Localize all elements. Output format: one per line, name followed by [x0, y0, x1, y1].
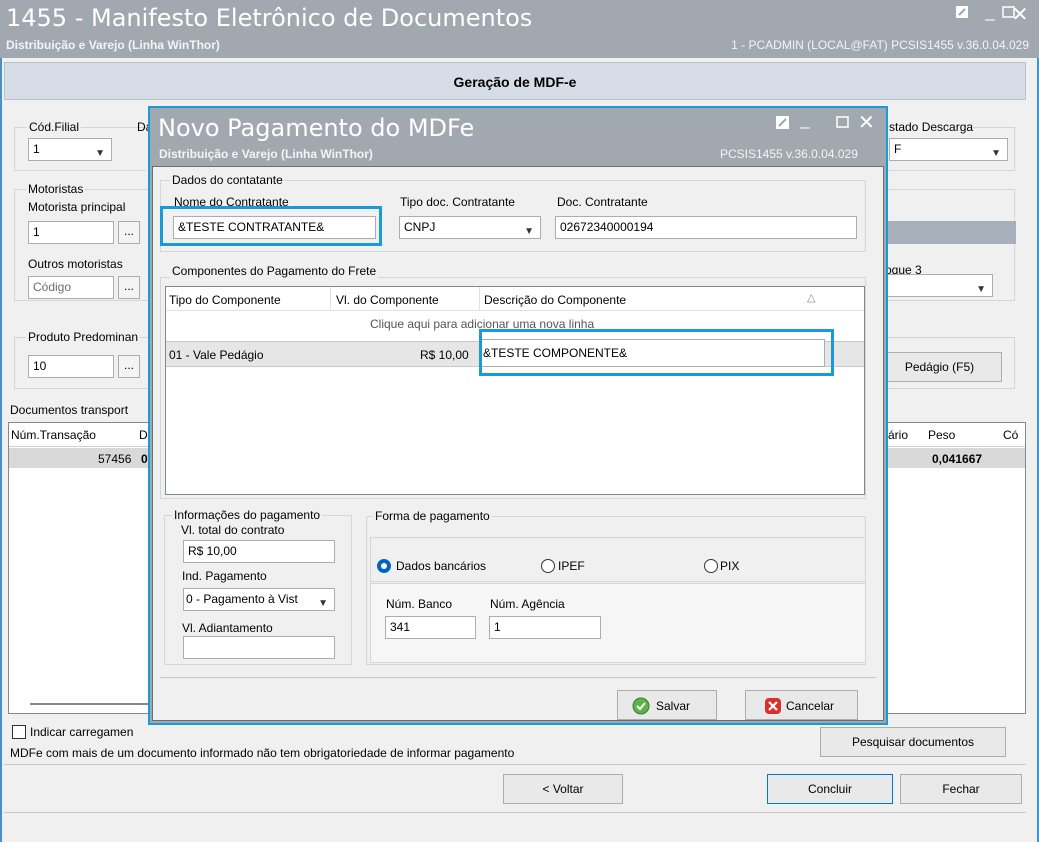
dialog-restore-icon[interactable] [776, 116, 789, 132]
dialog-subtitle: Distribuição e Varejo (Linha WinThor) [159, 147, 373, 161]
pedagio-button[interactable]: Pedágio (F5) [877, 352, 1002, 382]
estado-descarga-label: stado Descarga [889, 120, 974, 134]
right-group-bar [885, 221, 1016, 244]
motorista-principal-label: Motorista principal [28, 200, 126, 214]
salvar-button[interactable]: Salvar [617, 690, 717, 720]
produto-input[interactable]: 10 [28, 355, 114, 378]
bottom-divider [4, 812, 1026, 813]
grid-header-ario[interactable]: ário [888, 428, 908, 442]
page-heading: Geração de MDF-e [4, 62, 1026, 100]
info-text: MDFe com mais de um documento informado … [10, 746, 515, 760]
radio-dados-bancarios-label[interactable]: Dados bancários [396, 559, 486, 573]
componentes-group-label: Componentes do Pagamento do Frete [170, 264, 379, 278]
col-descricao-componente[interactable]: Descrição do Componente [484, 293, 626, 307]
dialog-footer-divider [160, 677, 876, 678]
contratante-group-label: Dados do contatante [170, 173, 285, 187]
radio-pix-label[interactable]: PIX [720, 559, 739, 573]
dialog-title: Novo Pagamento do MDFe [158, 114, 475, 142]
divider [4, 764, 1026, 765]
row-peso: 0,041667 [932, 452, 983, 466]
highlight-descricao [479, 329, 834, 376]
cell-valor[interactable]: R$ 10,00 [420, 348, 469, 362]
concluir-button[interactable]: Concluir [767, 774, 893, 804]
row-num-transacao: 57456 [98, 452, 132, 466]
grid-scrollbar[interactable] [30, 703, 150, 705]
grid-header-num-transacao[interactable]: Núm.Transação [9, 423, 149, 447]
num-banco-input[interactable]: 341 [385, 616, 476, 639]
radio-pix[interactable] [704, 559, 718, 573]
dialog-close-icon[interactable]: ✕ [858, 110, 875, 135]
cod-filial-select[interactable]: 1 ▼ [28, 138, 112, 161]
dialog-minimize-icon[interactable]: _ [800, 110, 809, 130]
tipo-doc-select[interactable]: CNPJ ▼ [399, 216, 541, 239]
pesquisar-documentos-button[interactable]: Pesquisar documentos [820, 727, 1006, 757]
num-agencia-input[interactable]: 1 [489, 616, 601, 639]
window-subtitle: Distribuição e Varejo (Linha WinThor) [6, 38, 220, 52]
dialog-version: PCSIS1455 v.36.0.04.029 [720, 147, 858, 161]
window-right-info: 1 - PCADMIN (LOCAL@FAT) PCSIS1455 v.36.0… [731, 38, 1029, 52]
motorista-principal-input[interactable]: 1 [28, 221, 114, 244]
motoristas-group-label: Motoristas [26, 182, 86, 196]
cod-filial-label: Cód.Filial [27, 120, 82, 134]
tipo-doc-label: Tipo doc. Contratante [400, 195, 515, 209]
info-pagamento-label: Informações do pagamento [172, 508, 323, 522]
forma-pagamento-label: Forma de pagamento [373, 509, 492, 523]
vl-total-label: Vl. total do contrato [181, 523, 285, 537]
highlight-nome-contratante [160, 206, 382, 246]
radio-ipef-label[interactable]: IPEF [558, 559, 585, 573]
grid-header-d[interactable]: D [139, 428, 148, 442]
vl-adiantamento-label: Vl. Adiantamento [182, 621, 273, 635]
outros-motoristas-search-button[interactable]: ... [118, 276, 140, 299]
window-title: 1455 - Manifesto Eletrônico de Documento… [6, 4, 533, 32]
restore-icon[interactable] [950, 4, 974, 24]
produto-search-button[interactable]: ... [118, 355, 140, 378]
bloque-select[interactable]: ▼ [885, 274, 993, 297]
cancelar-button[interactable]: Cancelar [745, 690, 858, 720]
outros-motoristas-label: Outros motoristas [28, 257, 123, 271]
estado-descarga-select[interactable]: F ▼ [889, 138, 1008, 161]
indicar-checkbox[interactable] [12, 725, 26, 739]
radio-ipef[interactable] [541, 559, 555, 573]
vl-adiantamento-input[interactable] [183, 636, 335, 659]
sort-ascending-icon[interactable]: △ [807, 291, 815, 304]
motorista-search-button[interactable]: ... [118, 221, 140, 244]
outros-motoristas-input[interactable]: Código [28, 276, 114, 299]
col-divider [330, 287, 331, 311]
grid-header-co[interactable]: Có [1003, 428, 1018, 442]
col-divider [479, 287, 480, 311]
num-agencia-label: Núm. Agência [490, 597, 565, 611]
ind-pagamento-label: Ind. Pagamento [182, 569, 267, 583]
row-d: 0 [141, 452, 148, 466]
check-icon [632, 697, 650, 718]
doc-contratante-input[interactable]: 02672340000194 [555, 216, 857, 239]
cancel-x-icon [764, 697, 782, 718]
vl-total-input[interactable]: R$ 10,00 [183, 540, 335, 563]
doc-contratante-label: Doc. Contratante [557, 195, 648, 209]
produto-label: Produto Predominan [26, 330, 141, 344]
num-banco-label: Núm. Banco [386, 597, 453, 611]
maximize-icon[interactable] [984, 4, 1015, 24]
dialog-maximize-icon[interactable] [836, 116, 849, 132]
main-titlebar: 1455 - Manifesto Eletrônico de Documento… [0, 0, 1039, 58]
voltar-button[interactable]: < Voltar [503, 774, 623, 804]
cell-tipo[interactable]: 01 - Vale Pedágio [169, 348, 264, 362]
col-tipo-componente[interactable]: Tipo do Componente [169, 293, 281, 307]
indicar-checkbox-label: Indicar carregamen [30, 725, 134, 739]
col-vl-componente[interactable]: Vl. do Componente [336, 293, 439, 307]
radio-dados-bancarios[interactable] [377, 559, 391, 573]
grid-header-peso[interactable]: Peso [928, 428, 955, 442]
documentos-label: Documentos transport [10, 403, 129, 417]
ind-pagamento-select[interactable]: 0 - Pagamento à Vist ▼ [183, 588, 335, 611]
fechar-button[interactable]: Fechar [900, 774, 1022, 804]
close-icon[interactable]: ✕ [1008, 2, 1032, 27]
